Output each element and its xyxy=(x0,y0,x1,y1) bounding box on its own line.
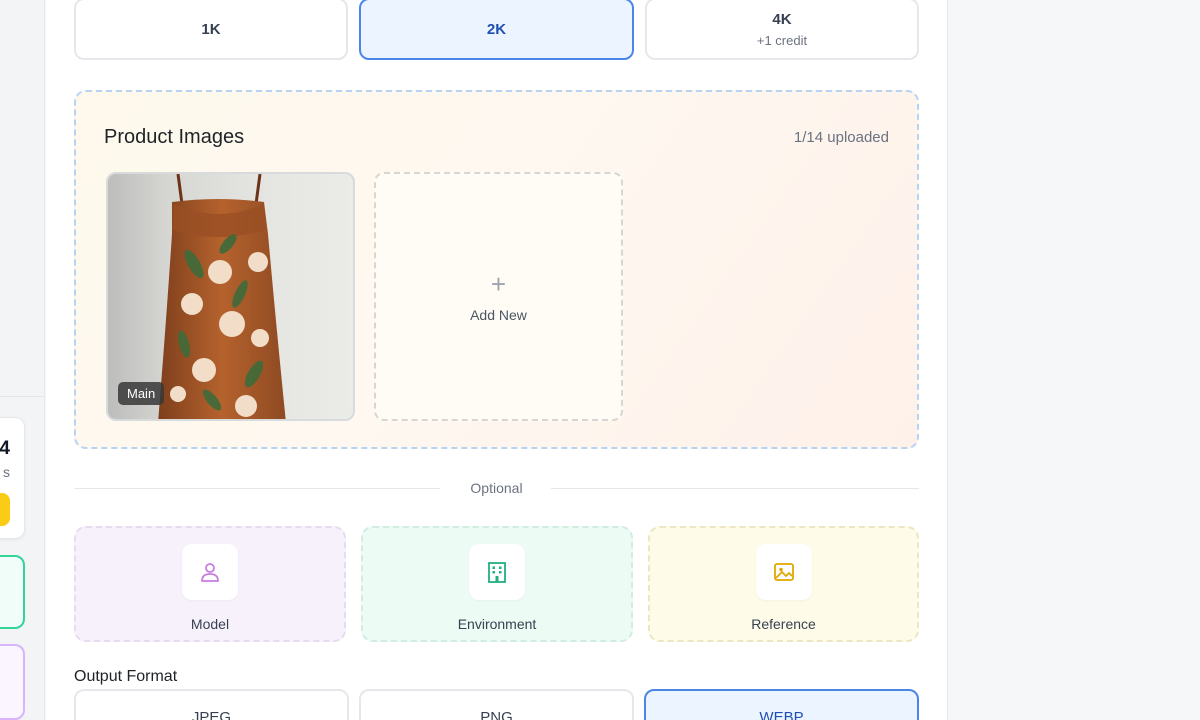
buy-credits-button[interactable] xyxy=(0,493,10,526)
environment-label: Environment xyxy=(457,616,537,632)
plus-icon: + xyxy=(490,268,507,299)
format-label: WEBP xyxy=(759,709,804,720)
credits-card: 4 s xyxy=(0,417,25,539)
format-jpeg-button[interactable]: JPEG xyxy=(74,689,349,720)
resolution-1k-button[interactable]: 1K xyxy=(74,0,348,60)
resolution-label: 2K xyxy=(486,20,507,38)
model-label: Model xyxy=(190,616,230,632)
model-icon-box xyxy=(182,544,238,600)
output-format-title: Output Format xyxy=(74,668,178,685)
reference-icon-box xyxy=(755,544,812,600)
format-label: PNG xyxy=(480,709,513,720)
model-option-card[interactable]: Model xyxy=(74,526,346,642)
credits-count: 4 xyxy=(0,438,10,459)
upload-count: 1/14 uploaded xyxy=(793,129,889,146)
sidebar-divider xyxy=(0,396,45,397)
resolution-credit-note: +1 credit xyxy=(756,32,808,48)
reference-option-card[interactable]: Reference xyxy=(648,526,919,642)
environment-icon-box xyxy=(469,544,525,600)
main-image-badge: Main xyxy=(118,382,165,405)
image-icon xyxy=(773,563,794,581)
format-png-button[interactable]: PNG xyxy=(359,689,634,720)
add-new-image-button[interactable]: + Add New xyxy=(374,172,623,421)
sidebar-green-button[interactable] xyxy=(0,555,25,629)
product-image-thumbnail[interactable]: Main xyxy=(106,172,355,421)
product-images-dropzone[interactable]: Product Images 1/14 uploaded Main + Add … xyxy=(74,90,919,449)
building-icon xyxy=(488,562,506,583)
resolution-2k-button[interactable]: 2K xyxy=(359,0,634,60)
optional-divider: Optional xyxy=(74,478,919,498)
format-webp-button[interactable]: WEBP xyxy=(644,689,919,720)
format-label: JPEG xyxy=(191,709,232,720)
credits-label: s xyxy=(3,464,10,480)
add-new-label: Add New xyxy=(470,306,527,323)
resolution-4k-button[interactable]: 4K +1 credit xyxy=(645,0,919,60)
person-icon xyxy=(201,563,219,582)
reference-label: Reference xyxy=(751,616,816,632)
sidebar-purple-button[interactable] xyxy=(0,644,25,720)
product-images-title: Product Images xyxy=(104,126,245,148)
divider-line-right xyxy=(551,488,919,489)
resolution-label: 4K xyxy=(772,10,792,28)
resolution-label: 1K xyxy=(201,20,221,38)
environment-option-card[interactable]: Environment xyxy=(361,526,633,642)
